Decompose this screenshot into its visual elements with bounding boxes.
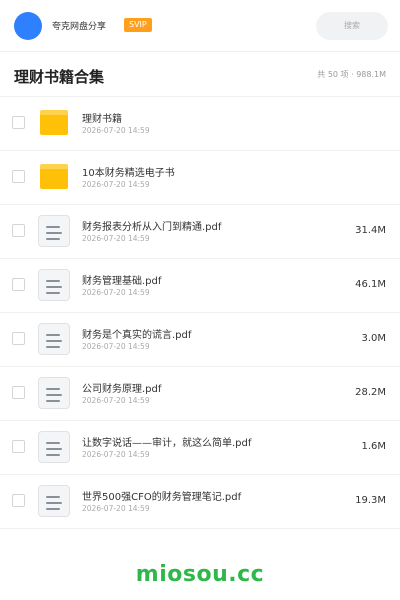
document-icon <box>38 323 70 355</box>
file-name[interactable]: 财务是个真实的谎言.pdf <box>82 326 191 341</box>
folder-summary: 共 50 项 · 988.1M <box>317 70 386 79</box>
file-date: 2026-07-20 14:59 <box>82 288 150 297</box>
row-checkbox[interactable] <box>12 278 25 291</box>
folder-title-bar: 理财书籍合集 共 50 项 · 988.1M <box>0 52 400 97</box>
channel-name[interactable]: 夸克网盘分享 <box>52 19 106 32</box>
folder-icon <box>38 107 70 139</box>
file-row[interactable]: 世界500强CFO的财务管理笔记.pdf 2026-07-20 14:59 19… <box>0 475 400 529</box>
document-icon <box>38 269 70 301</box>
file-list: 理财书籍 2026-07-20 14:59 10本财务精选电子书 2026-07… <box>0 97 400 529</box>
file-name[interactable]: 财务管理基础.pdf <box>82 272 161 287</box>
folder-icon <box>38 161 70 193</box>
file-name[interactable]: 让数字说话——审计，就这么简单.pdf <box>82 434 251 449</box>
file-row[interactable]: 公司财务原理.pdf 2026-07-20 14:59 28.2M <box>0 367 400 421</box>
file-name[interactable]: 公司财务原理.pdf <box>82 380 161 395</box>
document-icon <box>38 215 70 247</box>
row-checkbox[interactable] <box>12 440 25 453</box>
file-date: 2026-07-20 14:59 <box>82 342 150 351</box>
document-icon <box>38 377 70 409</box>
file-row[interactable]: 理财书籍 2026-07-20 14:59 <box>0 97 400 151</box>
avatar[interactable] <box>14 12 42 40</box>
file-date: 2026-07-20 14:59 <box>82 504 150 513</box>
file-row[interactable]: 财务是个真实的谎言.pdf 2026-07-20 14:59 3.0M <box>0 313 400 367</box>
document-icon <box>38 485 70 517</box>
file-row[interactable]: 让数字说话——审计，就这么简单.pdf 2026-07-20 14:59 1.6… <box>0 421 400 475</box>
svip-badge: SVIP <box>124 18 152 32</box>
file-date: 2026-07-20 14:59 <box>82 450 150 459</box>
row-checkbox[interactable] <box>12 116 25 129</box>
file-size: 3.0M <box>361 333 386 344</box>
row-checkbox[interactable] <box>12 224 25 237</box>
row-checkbox[interactable] <box>12 332 25 345</box>
file-row[interactable]: 10本财务精选电子书 2026-07-20 14:59 <box>0 151 400 205</box>
file-size: 1.6M <box>361 441 386 452</box>
file-size: 28.2M <box>355 387 386 398</box>
file-size: 31.4M <box>355 225 386 236</box>
file-name[interactable]: 财务报表分析从入门到精通.pdf <box>82 218 221 233</box>
file-date: 2026-07-20 14:59 <box>82 234 150 243</box>
file-row[interactable]: 财务管理基础.pdf 2026-07-20 14:59 46.1M <box>0 259 400 313</box>
file-name[interactable]: 理财书籍 <box>82 110 122 125</box>
file-date: 2026-07-20 14:59 <box>82 126 150 135</box>
file-date: 2026-07-20 14:59 <box>82 396 150 405</box>
file-name[interactable]: 10本财务精选电子书 <box>82 164 175 179</box>
row-checkbox[interactable] <box>12 386 25 399</box>
file-row[interactable]: 财务报表分析从入门到精通.pdf 2026-07-20 14:59 31.4M <box>0 205 400 259</box>
page-title: 理财书籍合集 <box>14 68 105 86</box>
file-size: 46.1M <box>355 279 386 290</box>
app-header: 夸克网盘分享 SVIP 搜索 <box>0 0 400 52</box>
row-checkbox[interactable] <box>12 170 25 183</box>
file-size: 19.3M <box>355 495 386 506</box>
file-date: 2026-07-20 14:59 <box>82 180 150 189</box>
file-name[interactable]: 世界500强CFO的财务管理笔记.pdf <box>82 488 241 503</box>
document-icon <box>38 431 70 463</box>
watermark-brand: miosou.cc <box>135 562 265 587</box>
row-checkbox[interactable] <box>12 494 25 507</box>
search-input[interactable]: 搜索 <box>316 12 388 40</box>
